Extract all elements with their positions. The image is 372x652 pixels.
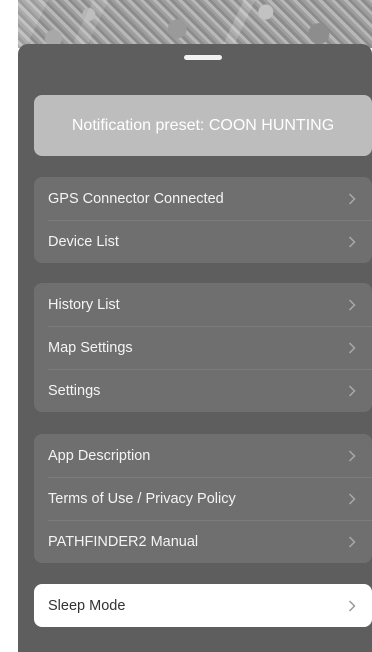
menu-item-gps-connector[interactable]: GPS Connector Connected — [34, 177, 372, 220]
menu-item-settings[interactable]: Settings — [34, 369, 372, 412]
notification-preset-label: Notification preset: COON HUNTING — [71, 116, 335, 134]
info-group: App Description Terms of Use / Privacy P… — [34, 434, 372, 563]
chevron-right-icon — [348, 298, 356, 311]
menu-item-label: Sleep Mode — [48, 597, 126, 614]
sheet-grabber-handle[interactable] — [184, 55, 222, 60]
chevron-right-icon — [348, 599, 356, 612]
menu-item-label: Terms of Use / Privacy Policy — [48, 490, 236, 507]
menu-item-app-description[interactable]: App Description — [34, 434, 372, 477]
navigation-group: History List Map Settings Settings — [34, 283, 372, 412]
chevron-right-icon — [348, 535, 356, 548]
menu-item-terms-privacy[interactable]: Terms of Use / Privacy Policy — [34, 477, 372, 520]
sleep-mode-group: Sleep Mode — [34, 584, 372, 627]
chevron-right-icon — [348, 235, 356, 248]
chevron-right-icon — [348, 384, 356, 397]
chevron-right-icon — [348, 192, 356, 205]
connection-group: GPS Connector Connected Device List — [34, 177, 372, 263]
chevron-right-icon — [348, 341, 356, 354]
notification-preset-banner[interactable]: Notification preset: COON HUNTING — [34, 95, 372, 156]
menu-item-label: GPS Connector Connected — [48, 190, 224, 207]
menu-item-label: App Description — [48, 447, 151, 464]
menu-item-manual[interactable]: PATHFINDER2 Manual — [34, 520, 372, 563]
menu-item-label: PATHFINDER2 Manual — [48, 533, 199, 550]
chevron-right-icon — [348, 449, 356, 462]
menu-item-map-settings[interactable]: Map Settings — [34, 326, 372, 369]
menu-item-history-list[interactable]: History List — [34, 283, 372, 326]
menu-item-sleep-mode[interactable]: Sleep Mode — [34, 584, 372, 627]
chevron-right-icon — [348, 492, 356, 505]
menu-item-label: Map Settings — [48, 339, 133, 356]
menu-item-device-list[interactable]: Device List — [34, 220, 372, 263]
menu-item-label: Device List — [48, 233, 119, 250]
menu-item-label: History List — [48, 296, 120, 313]
map-view[interactable] — [18, 0, 372, 48]
menu-item-label: Settings — [48, 382, 101, 399]
app-screen: Notification preset: COON HUNTING GPS Co… — [0, 0, 372, 652]
